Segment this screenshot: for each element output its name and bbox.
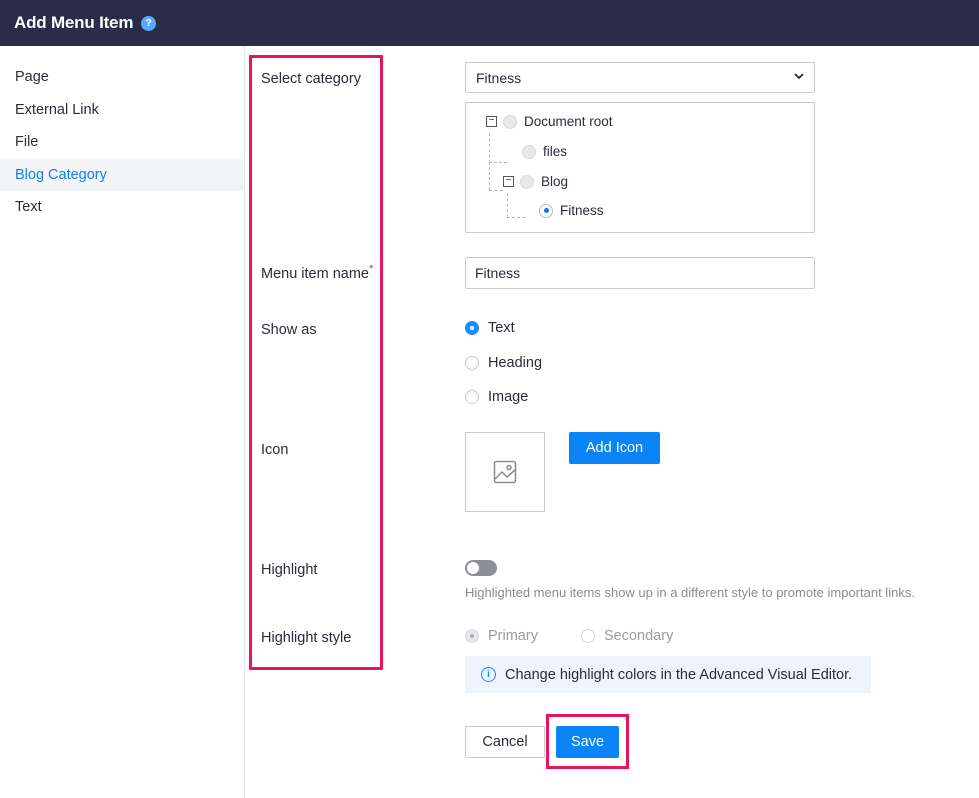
tree-node-label: Blog	[541, 174, 569, 189]
tree-radio[interactable]	[522, 144, 536, 159]
save-button[interactable]: Save	[556, 726, 619, 758]
dialog-header: Add Menu Item ?	[0, 0, 979, 46]
tree-connector	[489, 162, 507, 163]
radio[interactable]	[465, 356, 479, 370]
image-placeholder-icon	[493, 460, 517, 484]
option-label: Image	[488, 389, 529, 405]
show-as-text-option[interactable]: Text	[465, 320, 515, 336]
category-select-value: Fitness	[476, 69, 522, 86]
highlight-toggle[interactable]	[465, 560, 497, 576]
tree-node-label: Fitness	[560, 203, 604, 218]
select-category-label: Select category	[261, 71, 361, 87]
category-select[interactable]: Fitness	[465, 62, 815, 93]
tree-connector	[507, 193, 508, 217]
category-tree: − Document root files − Blog Fitness	[465, 102, 815, 233]
collapse-icon[interactable]: −	[486, 116, 497, 127]
help-icon[interactable]: ?	[141, 15, 157, 31]
icon-label: Icon	[261, 442, 289, 458]
sidebar-item-blog-category[interactable]: Blog Category	[0, 158, 244, 191]
tree-node-blog[interactable]: − Blog	[503, 174, 568, 189]
option-label: Secondary	[604, 628, 674, 644]
option-label: Text	[488, 320, 515, 336]
menu-type-sidebar: Page External Link File Blog Category Te…	[0, 46, 245, 798]
radio-selected[interactable]	[465, 321, 479, 335]
radio[interactable]	[581, 629, 595, 643]
tree-node-files[interactable]: files	[522, 144, 567, 159]
tree-radio[interactable]	[520, 174, 534, 189]
info-text: Change highlight colors in the Advanced …	[505, 666, 853, 683]
required-marker: *	[369, 263, 374, 275]
menu-item-name-value: Fitness	[475, 265, 521, 281]
show-as-label: Show as	[261, 322, 317, 338]
tree-node-label: Document root	[524, 114, 613, 129]
highlight-style-secondary-option[interactable]: Secondary	[581, 628, 673, 644]
tree-connector	[489, 162, 490, 190]
info-banner: i Change highlight colors in the Advance…	[465, 656, 871, 693]
highlight-label: Highlight	[261, 562, 318, 578]
tree-radio[interactable]	[503, 114, 517, 129]
dialog-title: Add Menu Item	[14, 13, 134, 32]
tree-radio-selected[interactable]	[539, 203, 553, 218]
add-icon-button[interactable]: Add Icon	[569, 432, 660, 464]
radio[interactable]	[465, 390, 479, 404]
menu-item-name-label: Menu item name*	[261, 263, 374, 282]
sidebar-item-external-link[interactable]: External Link	[0, 94, 244, 127]
highlight-style-primary-option[interactable]: Primary	[465, 628, 538, 644]
show-as-heading-option[interactable]: Heading	[465, 355, 542, 371]
option-label: Primary	[488, 628, 538, 644]
radio-selected[interactable]	[465, 629, 479, 643]
info-icon: i	[481, 667, 496, 682]
tree-connector	[489, 190, 503, 191]
chevron-down-icon	[794, 73, 804, 80]
sidebar-item-text[interactable]: Text	[0, 191, 244, 224]
highlight-style-label: Highlight style	[261, 630, 352, 646]
tree-node-document-root[interactable]: − Document root	[486, 114, 613, 129]
highlight-hint: Highlighted menu items show up in a diff…	[465, 585, 915, 600]
sidebar-item-page[interactable]: Page	[0, 61, 244, 94]
cancel-button[interactable]: Cancel	[465, 726, 545, 758]
collapse-icon[interactable]: −	[503, 176, 514, 187]
tree-connector	[489, 133, 490, 163]
tree-node-label: files	[543, 144, 568, 159]
menu-item-name-text: Menu item name	[261, 266, 369, 282]
option-label: Heading	[488, 355, 543, 371]
icon-preview[interactable]	[465, 432, 545, 512]
sidebar-item-file[interactable]: File	[0, 126, 244, 159]
show-as-image-option[interactable]: Image	[465, 389, 528, 405]
tree-node-fitness[interactable]: Fitness	[539, 203, 604, 218]
menu-item-name-input[interactable]: Fitness	[465, 257, 815, 289]
tree-connector	[507, 217, 525, 218]
